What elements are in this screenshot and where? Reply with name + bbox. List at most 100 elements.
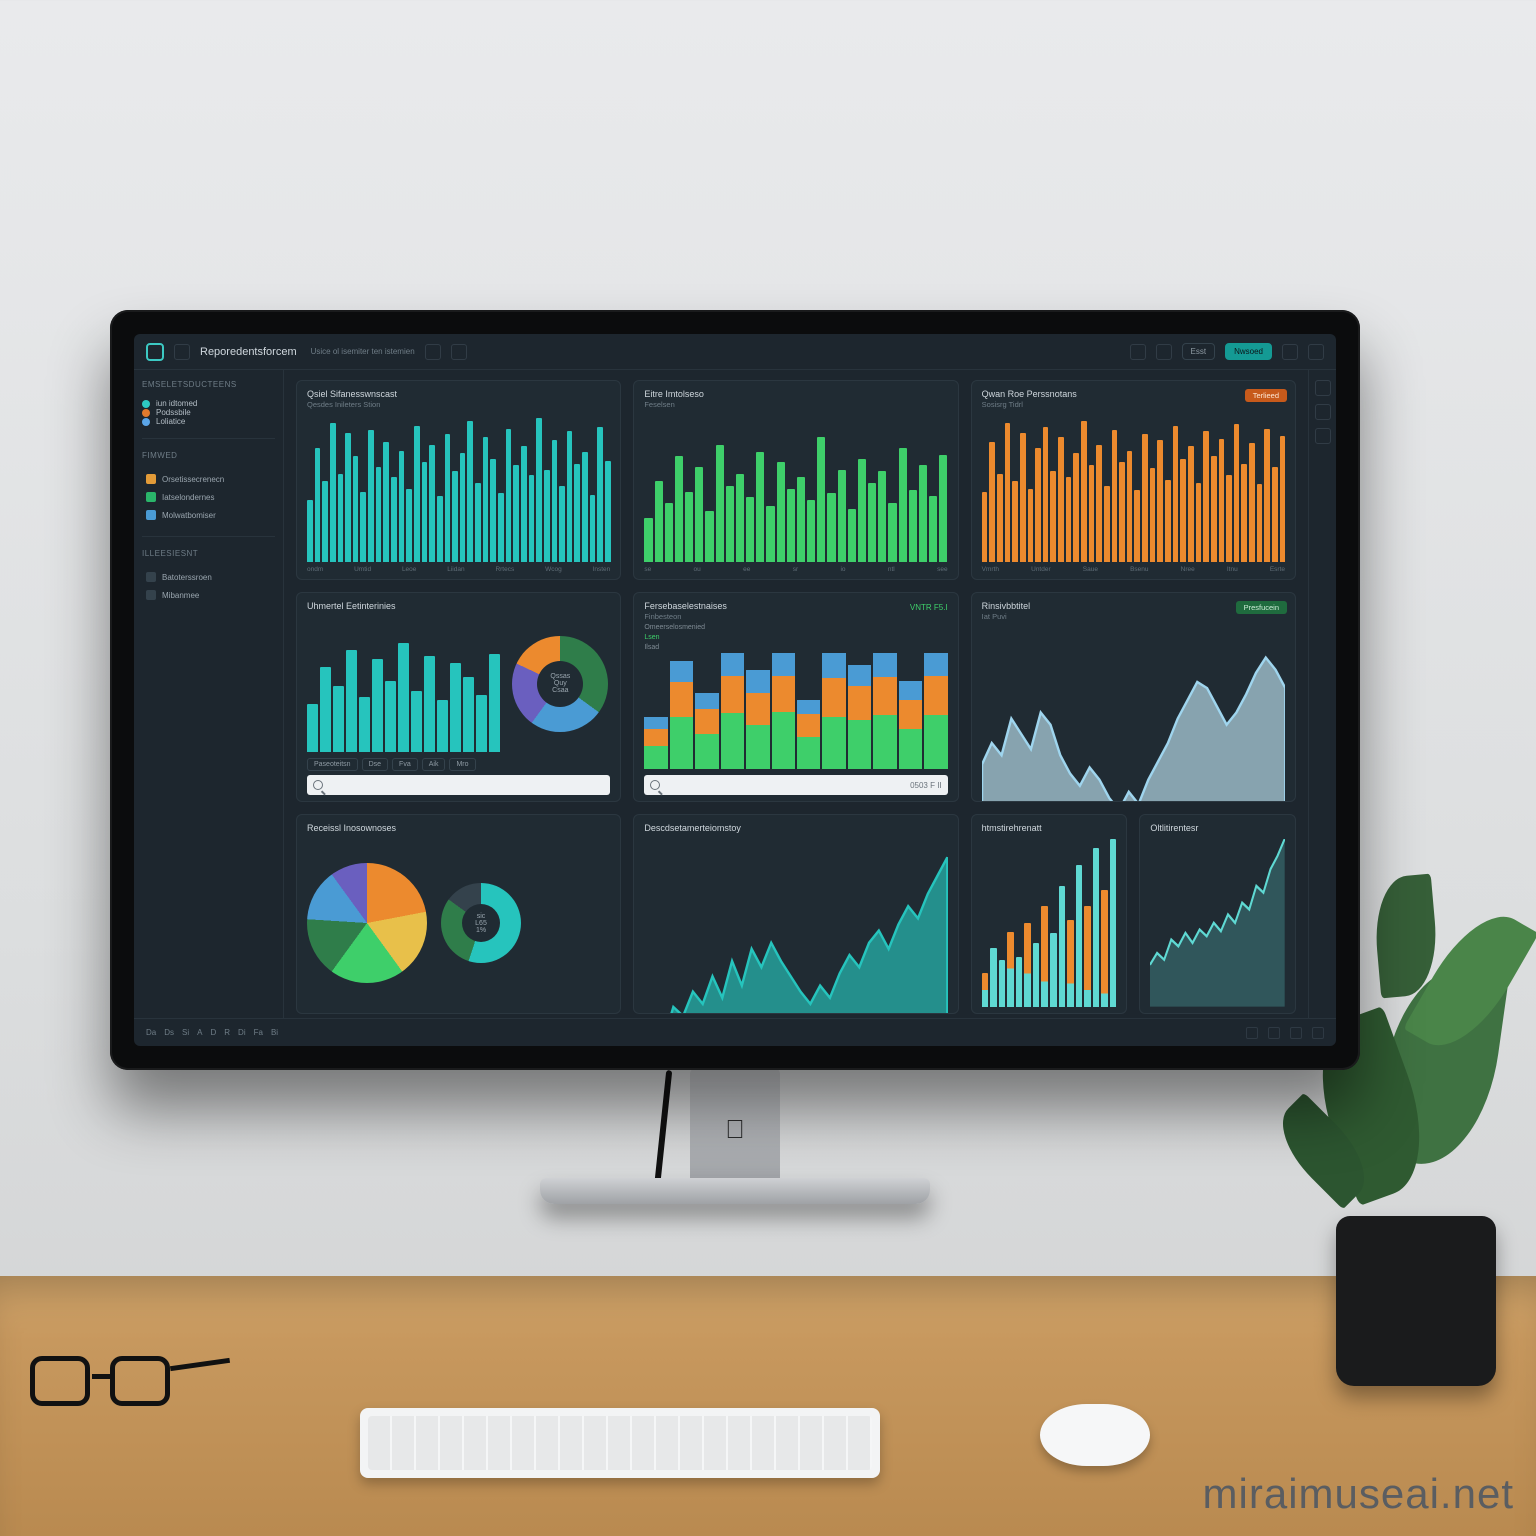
card-title: Fersebaselestnaises <box>644 601 947 611</box>
footer-item[interactable]: D <box>210 1028 216 1037</box>
page-subtitle: Usice ol isemiter ten istemien <box>311 347 415 356</box>
dashboard-app: Reporedentsforcem Usice ol isemiter ten … <box>134 334 1336 1046</box>
footer-item[interactable]: Da <box>146 1028 156 1037</box>
toolbar-button[interactable]: Dse <box>362 758 388 771</box>
footer-item[interactable]: Ds <box>164 1028 174 1037</box>
card-toolbar: Paseoteitsn Dse Fva AikMro <box>307 758 610 771</box>
card-title: Eitre Imtolseso <box>644 389 947 399</box>
card-r2c1[interactable]: Uhmertel Eetinterinies Qssas Quy Csaa <box>296 592 621 802</box>
card-r3c3b[interactable]: Oltlitirentesr <box>1139 814 1296 1014</box>
card-r3c1[interactable]: Receissl Inosownoses sic L65 1% <box>296 814 621 1014</box>
card-title: Descdsetamerteiomstoy <box>644 823 947 833</box>
monitor-base <box>540 1178 930 1204</box>
card-r1c2[interactable]: Eitre Imtolseso Feselsen seoueesriontlse… <box>633 380 958 580</box>
search-icon <box>313 780 323 790</box>
sidebar-section-title: Fimwed <box>142 451 275 460</box>
primary-action-button[interactable]: Nwsoed <box>1225 343 1272 360</box>
sidebar-nav-item[interactable]: Mibanmee <box>142 586 275 604</box>
search-icon <box>650 780 660 790</box>
footer-icon[interactable] <box>1268 1027 1280 1039</box>
footer-item[interactable]: Di <box>238 1028 246 1037</box>
pie-chart <box>307 863 427 983</box>
card-subtitle: Finbesteon <box>644 612 947 621</box>
search-input[interactable]: 0503 F II <box>644 775 947 795</box>
card-subtitle: Sosisrg Tidrl <box>982 400 1285 409</box>
card-title: Receissl Inosownoses <box>307 823 610 833</box>
card-title: htmstirehrenatt <box>982 823 1117 833</box>
sidebar-item[interactable]: Iatselondernes <box>142 488 275 506</box>
menu-icon[interactable] <box>174 344 190 360</box>
card-title: Uhmertel Eetinterinies <box>307 601 610 611</box>
stat-value: VNTR F5.I <box>910 603 948 612</box>
donut-label: sic <box>477 913 486 920</box>
toolbar-button[interactable]: Mro <box>449 758 475 771</box>
sidebar-nav-item[interactable]: Batoterssroen <box>142 568 275 586</box>
footer-bar: Da Ds Si ADR Di Fa Bi <box>134 1018 1336 1046</box>
keyboard <box>360 1408 880 1478</box>
status-badge: Presfucein <box>1236 601 1287 614</box>
card-r2c3[interactable]: Presfucein Rinsivbbtitel Iat Puvi —————— <box>971 592 1296 802</box>
card-r1c1[interactable]: Qsiel Sifanesswnscast Qesdes Inileters S… <box>296 380 621 580</box>
card-title: Qwan Roe Perssnotans <box>982 389 1285 399</box>
monitor-cable <box>654 1070 673 1190</box>
eyeglasses <box>20 1356 200 1416</box>
donut-label: Qssas <box>550 673 570 680</box>
sidebar-item[interactable]: Orsetissecrenecn <box>142 470 275 488</box>
card-subtitle: Qesdes Inileters Stion <box>307 400 610 409</box>
footer-item[interactable]: A <box>197 1028 202 1037</box>
donut-label: Quy <box>554 680 567 687</box>
footer-item[interactable]: R <box>224 1028 230 1037</box>
card-subtitle: Feselsen <box>644 400 947 409</box>
card-r2c2[interactable]: VNTR F5.I Fersebaselestnaises Finbesteon… <box>633 592 958 802</box>
search-input[interactable] <box>307 775 610 795</box>
monitor-stand <box>690 1068 780 1188</box>
status-badge: Terlieed <box>1245 389 1287 402</box>
monitor-bezel: Reporedentsforcem Usice ol isemiter ten … <box>110 310 1360 1070</box>
card-title: Oltlitirentesr <box>1150 823 1285 833</box>
card-r3c3a[interactable]: htmstirehrenatt <box>971 814 1128 1014</box>
bookmark-icon[interactable] <box>1315 404 1331 420</box>
mouse <box>1040 1404 1150 1466</box>
refresh-icon[interactable] <box>425 344 441 360</box>
legend-item[interactable]: Podssbile <box>142 408 275 417</box>
plant-pot <box>1336 1216 1496 1386</box>
sidebar-section-title: Emseletsducteens <box>142 380 275 389</box>
footer-icon[interactable] <box>1290 1027 1302 1039</box>
grid-icon[interactable] <box>1130 344 1146 360</box>
right-rail <box>1308 370 1336 1018</box>
secondary-action-button[interactable]: Esst <box>1182 343 1216 360</box>
footer-item[interactable]: Si <box>182 1028 189 1037</box>
footer-icon[interactable] <box>1246 1027 1258 1039</box>
card-r1c3[interactable]: Terlieed Qwan Roe Perssnotans Sosisrg Ti… <box>971 380 1296 580</box>
settings-icon[interactable] <box>1308 344 1324 360</box>
toolbar-button[interactable]: Fva <box>392 758 418 771</box>
share-icon[interactable] <box>1282 344 1298 360</box>
layout-icon[interactable] <box>1156 344 1172 360</box>
toolbar-button[interactable]: Paseoteitsn <box>307 758 358 771</box>
info-icon[interactable] <box>1315 428 1331 444</box>
sidebar: Emseletsducteens iun idtomedPodssbileLol… <box>134 370 284 1018</box>
page-title: Reporedentsforcem <box>200 346 297 358</box>
topbar: Reporedentsforcem Usice ol isemiter ten … <box>134 334 1336 370</box>
donut-label: Csaa <box>552 687 568 694</box>
donut-label: L65 <box>475 920 487 927</box>
card-r3c2[interactable]: Descdsetamerteiomstoy —————— <box>633 814 958 1014</box>
donut-label: 1% <box>476 927 486 934</box>
legend-item[interactable]: Loliatice <box>142 417 275 426</box>
expand-icon[interactable] <box>1315 380 1331 396</box>
donut-chart: sic L65 1% <box>441 883 521 963</box>
search-meta: 0503 F II <box>910 781 942 790</box>
sidebar-section-title: Illeesiesnt <box>142 549 275 558</box>
card-title: Qsiel Sifanesswnscast <box>307 389 610 399</box>
footer-item[interactable]: Fa <box>254 1028 263 1037</box>
filter-icon[interactable] <box>451 344 467 360</box>
toolbar-button[interactable]: Aik <box>422 758 446 771</box>
watermark: miraimuseai.net <box>1203 1470 1514 1518</box>
donut-chart: Qssas Quy Csaa <box>512 636 608 732</box>
footer-icon[interactable] <box>1312 1027 1324 1039</box>
dashboard-grid: Qsiel Sifanesswnscast Qesdes Inileters S… <box>284 370 1308 1018</box>
sidebar-item[interactable]: Molwatbomiser <box>142 506 275 524</box>
legend-item[interactable]: iun idtomed <box>142 399 275 408</box>
footer-item[interactable]: Bi <box>271 1028 278 1037</box>
app-logo-icon[interactable] <box>146 343 164 361</box>
